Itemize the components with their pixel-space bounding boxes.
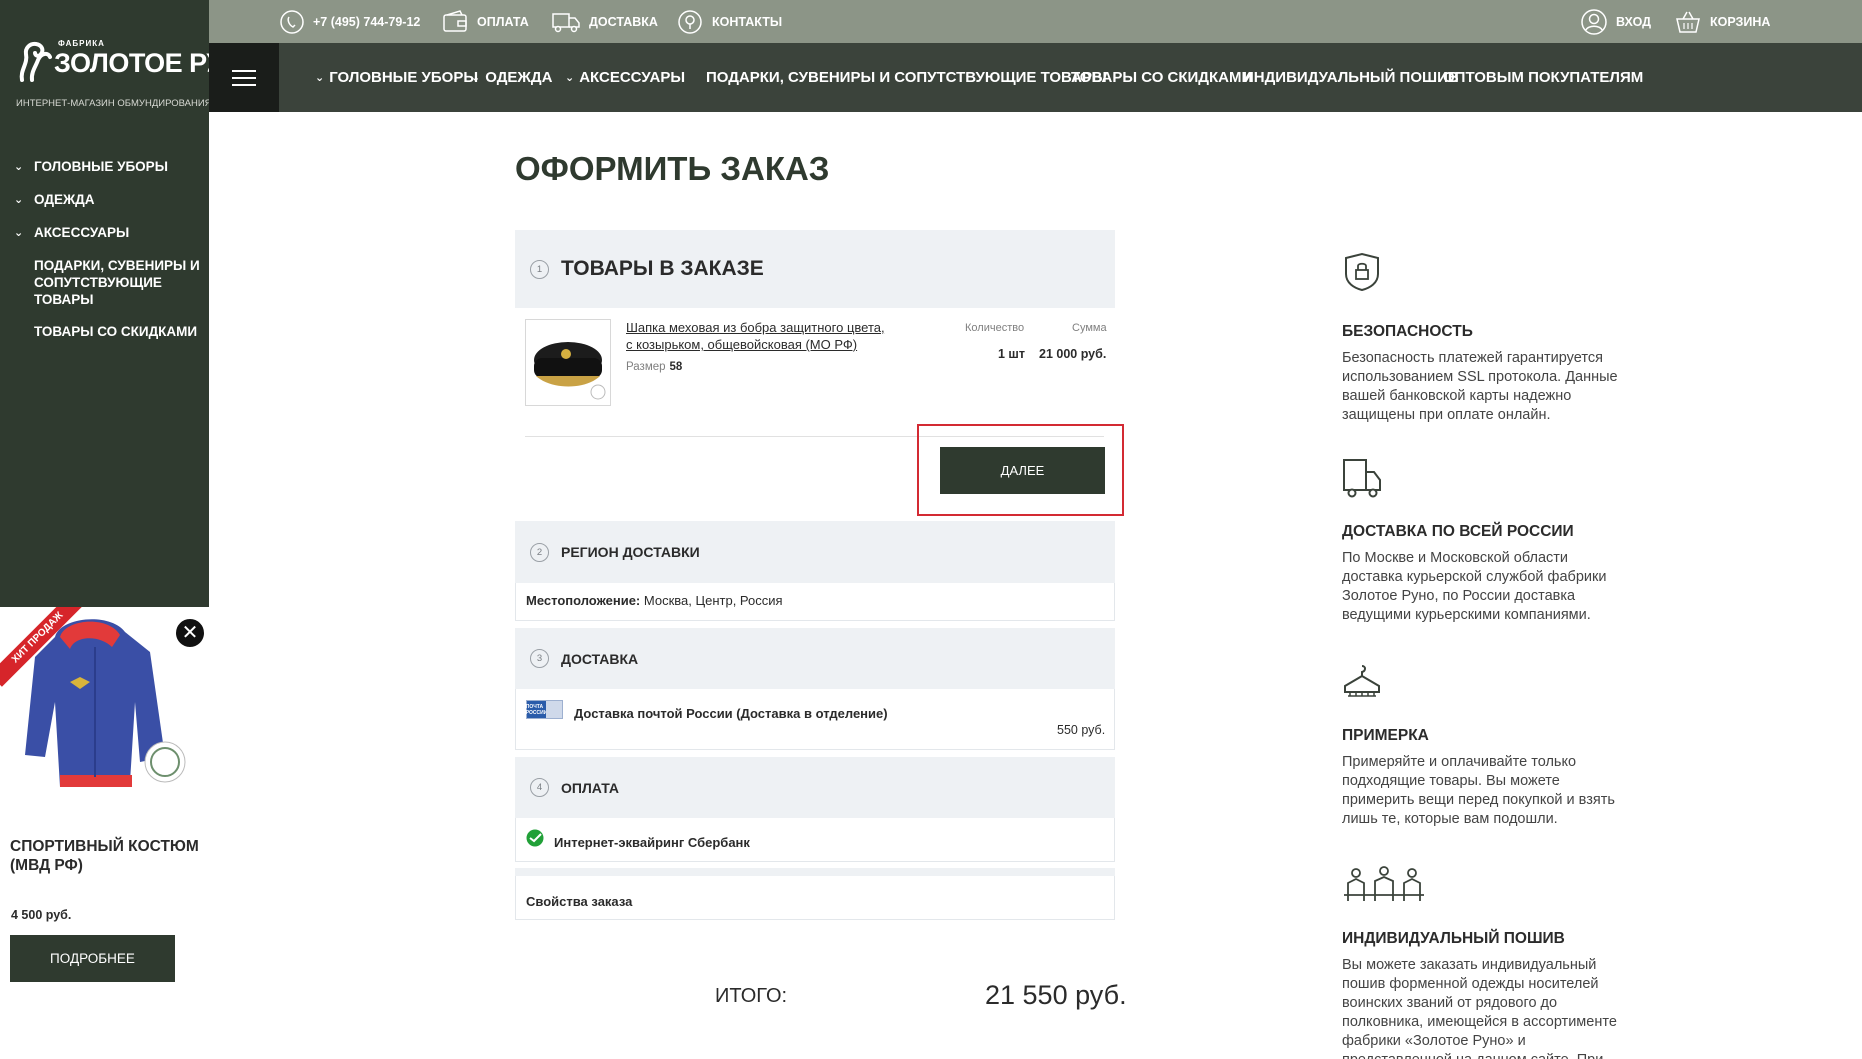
- hanger-icon: [1344, 665, 1380, 697]
- sidebar-item-clothing[interactable]: ⌄ ОДЕЖДА: [14, 191, 204, 209]
- nav-item-accessories[interactable]: ⌄ АКСЕССУАРЫ: [565, 43, 685, 112]
- section-delivery-header[interactable]: 3 ДОСТАВКА: [515, 628, 1115, 689]
- delivery-link[interactable]: ДОСТАВКА: [552, 0, 658, 43]
- brand-logo[interactable]: ФАБРИКА ЗОЛОТОЕ РУНО ИНТЕРНЕТ-МАГАЗИН ОБ…: [14, 38, 263, 118]
- quantity-value: 1 шт: [998, 347, 1025, 361]
- nav-item-discounts[interactable]: ТОВАРЫ СО СКИДКАМИ: [1071, 43, 1252, 112]
- sum-header: Сумма: [1072, 322, 1107, 334]
- nav-item-headwear[interactable]: ⌄ ГОЛОВНЫЕ УБОРЫ: [315, 43, 478, 112]
- promo-price: 4 500 руб.: [11, 908, 72, 922]
- chevron-down-icon: ⌄: [565, 72, 575, 84]
- order-properties-label[interactable]: Свойства заказа: [526, 894, 632, 909]
- sum-value: 21 000 руб.: [1039, 347, 1107, 361]
- main-nav: ⌄ ГОЛОВНЫЕ УБОРЫ ⌄ ОДЕЖДА ⌄ АКСЕССУАРЫ ПОДА…: [209, 43, 1862, 112]
- fur-hat-image: [534, 342, 606, 400]
- nav-item-tailoring[interactable]: ИНДИВИДУАЛЬНЫЙ ПОШИВ: [1243, 43, 1459, 112]
- product-thumbnail[interactable]: [525, 319, 611, 406]
- page-title: ОФОРМИТЬ ЗАКАЗ: [515, 150, 830, 187]
- close-icon: ✕: [181, 622, 199, 644]
- hamburger-menu-button[interactable]: [209, 43, 279, 112]
- chevron-down-icon: ⌄: [14, 161, 24, 173]
- next-button[interactable]: ДАЛЕЕ: [940, 447, 1105, 494]
- payment-method[interactable]: Интернет-эквайринг Сбербанк: [554, 835, 750, 850]
- login-link[interactable]: ВХОД: [1581, 0, 1651, 43]
- close-promo-button[interactable]: ✕: [174, 617, 206, 649]
- tailoring-icon: [1344, 866, 1424, 901]
- location-pin-icon: [678, 9, 702, 34]
- section-payment-header[interactable]: 4 ОПЛАТА: [515, 757, 1115, 818]
- chevron-down-icon: ⌄: [14, 227, 24, 239]
- basket-icon: [1676, 11, 1700, 33]
- top-bar: +7 (495) 744-79-12 ОПЛАТА ДОСТАВКА КОНТА…: [209, 0, 1862, 43]
- sidebar-item-discounts[interactable]: ТОВАРЫ СО СКИДКАМИ: [14, 323, 204, 340]
- fleece-logo-icon: [19, 41, 52, 82]
- feature-delivery: ДОСТАВКА ПО ВСЕЙ РОССИИ По Москве и Моск…: [1342, 458, 1642, 625]
- shield-lock-icon: [1345, 252, 1379, 292]
- product-size: Размер 58: [626, 361, 683, 373]
- feature-security: БЕЗОПАСНОСТЬ Безопасность платежей гаран…: [1342, 252, 1642, 425]
- user-icon: [1581, 8, 1607, 35]
- truck-icon: [1343, 459, 1381, 498]
- russian-post-logo: ПОЧТА РОССИИ: [526, 700, 563, 719]
- promo-details-button[interactable]: ПОДРОБНЕЕ: [10, 935, 175, 982]
- phone-icon: [280, 9, 304, 34]
- sberbank-icon: [526, 829, 544, 847]
- feature-tailoring: ИНДИВИДУАЛЬНЫЙ ПОШИВ Вы можете заказать …: [1342, 865, 1642, 1059]
- location-row: Местоположение: Москва, Центр, Россия: [526, 593, 783, 608]
- cart-link[interactable]: КОРЗИНА: [1675, 0, 1770, 43]
- wallet-icon: [443, 9, 467, 32]
- section-region-header[interactable]: 2 РЕГИОН ДОСТАВКИ: [515, 521, 1115, 583]
- sidebar-nav: ⌄ ГОЛОВНЫЕ УБОРЫ ⌄ ОДЕЖДА ⌄ АКСЕССУАРЫ ПОДА…: [14, 158, 204, 355]
- delivery-price: 550 руб.: [1057, 723, 1106, 737]
- nav-item-wholesale[interactable]: ОПТОВЫМ ПОКУПАТЕЛЯМ: [1443, 43, 1643, 112]
- nav-item-clothing[interactable]: ⌄ ОДЕЖДА: [471, 43, 552, 112]
- nav-item-gifts[interactable]: ПОДАРКИ, СУВЕНИРЫ И СОПУТСТВУЮЩИЕ ТОВАРЫ: [706, 43, 1107, 112]
- sidebar: ФАБРИКА ЗОЛОТОЕ РУНО ИНТЕРНЕТ-МАГАЗИН ОБ…: [0, 0, 263, 607]
- promo-title: СПОРТИВНЫЙ КОСТЮМ (МВД РФ): [10, 838, 199, 874]
- promo-card: ХИТ ПРОДАЖ ✕ СПОРТИВНЫЙ КОСТЮМ (МВД РФ) …: [0, 607, 209, 1059]
- contacts-link[interactable]: КОНТАКТЫ: [677, 0, 782, 43]
- promo-image[interactable]: ХИТ ПРОДАЖ: [0, 607, 195, 807]
- brand-small: ФАБРИКА: [58, 39, 105, 48]
- step-number: 1: [530, 259, 549, 279]
- section-items-header[interactable]: 1 ТОВАРЫ В ЗАКАЗЕ: [515, 230, 1115, 308]
- chevron-down-icon: ⌄: [471, 72, 481, 84]
- sidebar-item-gifts[interactable]: ПОДАРКИ, СУВЕНИРЫ И СОПУТСТВУЮЩИЕ ТОВАРЫ: [14, 257, 204, 308]
- chevron-down-icon: ⌄: [315, 72, 325, 84]
- sidebar-item-accessories[interactable]: ⌄ АКСЕССУАРЫ: [14, 224, 204, 242]
- step-number: 2: [530, 542, 549, 562]
- truck-icon: [552, 12, 580, 32]
- chevron-down-icon: ⌄: [14, 194, 24, 206]
- product-name-link[interactable]: Шапка меховая из бобра защитного цвета, …: [626, 319, 891, 353]
- step-number: 3: [530, 649, 549, 668]
- quantity-header: Количество: [965, 322, 1025, 334]
- delivery-method[interactable]: Доставка почтой России (Доставка в отдел…: [574, 706, 888, 721]
- step-number: 4: [530, 778, 549, 797]
- payment-link[interactable]: ОПЛАТА: [442, 0, 529, 43]
- brand-tagline: ИНТЕРНЕТ-МАГАЗИН ОБМУНДИРОВАНИЯ: [16, 98, 212, 109]
- sidebar-item-headwear[interactable]: ⌄ ГОЛОВНЫЕ УБОРЫ: [14, 158, 204, 176]
- phone-link[interactable]: +7 (495) 744-79-12: [280, 0, 420, 43]
- total-label: ИТОГО:: [715, 985, 788, 1007]
- feature-fitting: ПРИМЕРКА Примеряйте и оплачивайте только…: [1342, 662, 1642, 829]
- total-value: 21 550 руб.: [985, 980, 1127, 1010]
- properties-top-strip: [515, 868, 1115, 876]
